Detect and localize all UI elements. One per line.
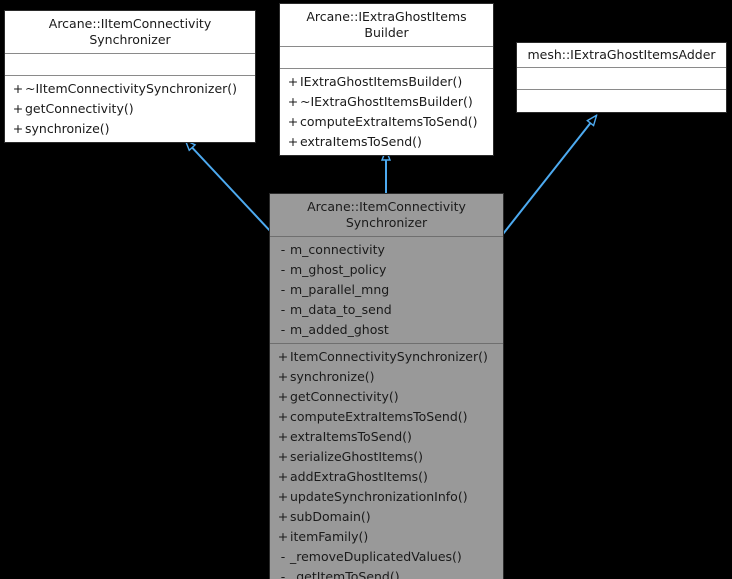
- attributes-compartment-iitem-connectivity-synchronizer: [5, 54, 255, 76]
- attributes-compartment-mesh-iextra-ghost-items-adder: [517, 68, 726, 90]
- visibility-marker: -: [280, 262, 286, 277]
- visibility-marker: +: [287, 74, 299, 89]
- visibility-marker: +: [12, 81, 24, 96]
- member-name: getConnectivity(): [290, 389, 399, 404]
- visibility-marker: +: [277, 529, 289, 544]
- member-name: subDomain(): [290, 509, 371, 524]
- member-row[interactable]: - m_ghost_policy: [270, 260, 503, 280]
- member-row[interactable]: - _getItemToSend(): [270, 567, 503, 579]
- member-row[interactable]: + ~IExtraGhostItemsBuilder(): [280, 92, 493, 112]
- member-name: addExtraGhostItems(): [290, 469, 428, 484]
- member-row[interactable]: + extraItemsToSend(): [270, 427, 503, 447]
- member-row[interactable]: + computeExtraItemsToSend(): [270, 407, 503, 427]
- member-row[interactable]: + addExtraGhostItems(): [270, 467, 503, 487]
- member-name: updateSynchronizationInfo(): [290, 489, 468, 504]
- member-row[interactable]: + synchronize(): [5, 119, 255, 139]
- member-name: ~IItemConnectivitySynchronizer(): [25, 81, 238, 96]
- member-name: synchronize(): [25, 121, 110, 136]
- visibility-marker: +: [12, 101, 24, 116]
- visibility-marker: +: [277, 389, 289, 404]
- member-row[interactable]: - _removeDuplicatedValues(): [270, 547, 503, 567]
- methods-compartment-mesh-iextra-ghost-items-adder: [517, 90, 726, 112]
- member-row[interactable]: + IExtraGhostItemsBuilder(): [280, 72, 493, 92]
- member-name: itemFamily(): [290, 529, 369, 544]
- class-box-iextra-ghost-items-builder[interactable]: Arcane::IExtraGhostItems Builder + IExtr…: [279, 3, 494, 156]
- visibility-marker: -: [280, 322, 286, 337]
- visibility-marker: +: [277, 489, 289, 504]
- member-row[interactable]: + extraItemsToSend(): [280, 132, 493, 152]
- member-name: extraItemsToSend(): [290, 429, 412, 444]
- member-name: ~IExtraGhostItemsBuilder(): [300, 94, 473, 109]
- visibility-marker: +: [277, 429, 289, 444]
- visibility-marker: +: [277, 409, 289, 424]
- visibility-marker: +: [287, 94, 299, 109]
- member-row[interactable]: + itemFamily(): [270, 527, 503, 547]
- edge-to-iitem-connectivity-synchronizer: [186, 141, 273, 234]
- member-row[interactable]: + computeExtraItemsToSend(): [280, 112, 493, 132]
- attributes-compartment-item-connectivity-synchronizer: - m_connectivity - m_ghost_policy - m_pa…: [270, 237, 503, 344]
- member-name: _getItemToSend(): [290, 569, 400, 579]
- visibility-marker: +: [277, 469, 289, 484]
- member-name: synchronize(): [290, 369, 375, 384]
- member-name: m_ghost_policy: [290, 262, 387, 277]
- member-row[interactable]: - m_connectivity: [270, 240, 503, 260]
- member-name: m_data_to_send: [290, 302, 392, 317]
- member-name: m_parallel_mng: [290, 282, 390, 297]
- member-row[interactable]: + subDomain(): [270, 507, 503, 527]
- visibility-marker: -: [280, 302, 286, 317]
- member-row[interactable]: - m_added_ghost: [270, 320, 503, 340]
- class-box-item-connectivity-synchronizer[interactable]: Arcane::ItemConnectivity Synchronizer - …: [269, 193, 504, 579]
- class-box-mesh-iextra-ghost-items-adder[interactable]: mesh::IExtraGhostItemsAdder: [516, 42, 727, 113]
- member-row[interactable]: + getConnectivity(): [270, 387, 503, 407]
- member-row[interactable]: + getConnectivity(): [5, 99, 255, 119]
- methods-compartment-iextra-ghost-items-builder: + IExtraGhostItemsBuilder() + ~IExtraGho…: [280, 69, 493, 155]
- class-title-mesh-iextra-ghost-items-adder: mesh::IExtraGhostItemsAdder: [517, 43, 726, 68]
- member-name: m_added_ghost: [290, 322, 389, 337]
- member-row[interactable]: - m_parallel_mng: [270, 280, 503, 300]
- methods-compartment-item-connectivity-synchronizer: + ItemConnectivitySynchronizer() + synch…: [270, 344, 503, 579]
- member-name: extraItemsToSend(): [300, 134, 422, 149]
- visibility-marker: +: [277, 369, 289, 384]
- visibility-marker: +: [287, 134, 299, 149]
- edge-to-mesh-iextra-ghost-items-adder: [502, 116, 596, 235]
- visibility-marker: +: [277, 509, 289, 524]
- member-row[interactable]: + ~IItemConnectivitySynchronizer(): [5, 79, 255, 99]
- member-row[interactable]: + updateSynchronizationInfo(): [270, 487, 503, 507]
- visibility-marker: -: [280, 282, 286, 297]
- member-name: computeExtraItemsToSend(): [300, 114, 478, 129]
- class-title-iitem-connectivity-synchronizer: Arcane::IItemConnectivity Synchronizer: [5, 11, 255, 54]
- member-row[interactable]: + ItemConnectivitySynchronizer(): [270, 347, 503, 367]
- member-row[interactable]: + serializeGhostItems(): [270, 447, 503, 467]
- visibility-marker: -: [280, 549, 286, 564]
- class-title-item-connectivity-synchronizer: Arcane::ItemConnectivity Synchronizer: [270, 194, 503, 237]
- methods-compartment-iitem-connectivity-synchronizer: + ~IItemConnectivitySynchronizer() + get…: [5, 76, 255, 142]
- member-row[interactable]: - m_data_to_send: [270, 300, 503, 320]
- visibility-marker: +: [277, 449, 289, 464]
- visibility-marker: +: [287, 114, 299, 129]
- member-name: serializeGhostItems(): [290, 449, 424, 464]
- visibility-marker: +: [277, 349, 289, 364]
- visibility-marker: +: [12, 121, 24, 136]
- attributes-compartment-iextra-ghost-items-builder: [280, 47, 493, 69]
- member-name: IExtraGhostItemsBuilder(): [300, 74, 463, 89]
- member-name: getConnectivity(): [25, 101, 134, 116]
- class-title-iextra-ghost-items-builder: Arcane::IExtraGhostItems Builder: [280, 4, 493, 47]
- member-name: ItemConnectivitySynchronizer(): [290, 349, 488, 364]
- uml-class-diagram-canvas: Arcane::IItemConnectivity Synchronizer +…: [0, 0, 732, 579]
- member-name: m_connectivity: [290, 242, 385, 257]
- class-box-iitem-connectivity-synchronizer[interactable]: Arcane::IItemConnectivity Synchronizer +…: [4, 10, 256, 143]
- member-name: computeExtraItemsToSend(): [290, 409, 468, 424]
- visibility-marker: -: [280, 569, 286, 579]
- member-name: _removeDuplicatedValues(): [290, 549, 462, 564]
- visibility-marker: -: [280, 242, 286, 257]
- member-row[interactable]: + synchronize(): [270, 367, 503, 387]
